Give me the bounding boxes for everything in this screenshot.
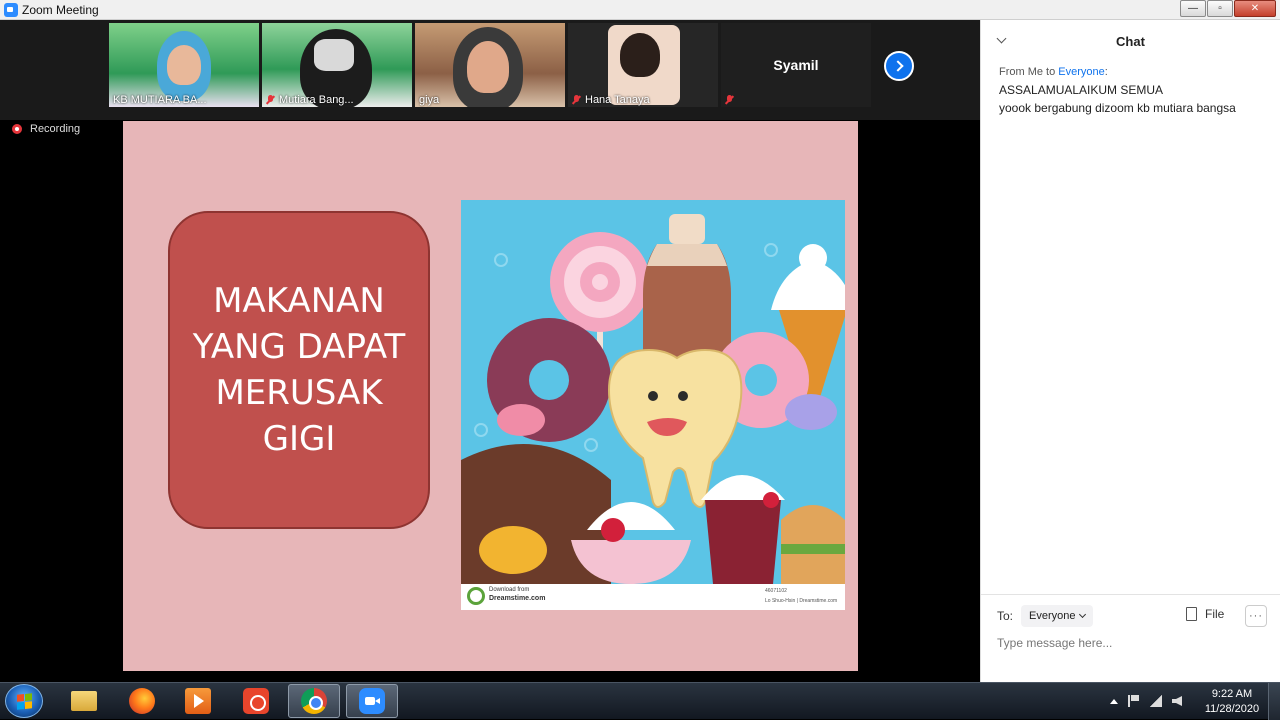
participant-mask <box>314 39 354 71</box>
show-hidden-icons-icon[interactable] <box>1110 698 1118 704</box>
image-credit: Lo Shuo-Hsin | Dreamstime.com <box>765 598 838 604</box>
taskbar-firefox[interactable] <box>116 684 168 718</box>
recipient-value: Everyone <box>1029 610 1076 622</box>
zoom-app-icon <box>4 3 18 17</box>
close-button[interactable]: ✕ <box>1234 0 1276 17</box>
system-tray <box>1110 691 1182 711</box>
chevron-right-icon <box>891 60 904 72</box>
chat-messages: ASSALAMUALAIKUM SEMUA yoook bergabung di… <box>999 81 1239 117</box>
from-prefix: From Me to <box>999 66 1056 78</box>
from-suffix: : <box>1104 66 1108 78</box>
action-center-flag-icon[interactable] <box>1128 695 1140 707</box>
muted-mic-icon <box>572 94 581 106</box>
windows-taskbar: 9:22 AM 11/28/2020 <box>0 682 1280 720</box>
chrome-icon <box>301 688 327 714</box>
download-from-label: Download from <box>489 587 530 593</box>
system-clock[interactable]: 9:22 AM 11/28/2020 <box>1200 687 1264 717</box>
next-participants-button[interactable] <box>884 51 914 81</box>
taskbar-screen-recorder[interactable] <box>230 684 282 718</box>
slide-heading-line: GIGI <box>262 419 336 459</box>
taskbar-media-player[interactable] <box>172 684 224 718</box>
clock-time: 9:22 AM <box>1211 688 1253 700</box>
participant-name: Hana Tanaya <box>585 94 650 106</box>
sweets-illustration: Download from Dreamstime.com 46071102 Lo… <box>461 200 845 610</box>
chat-panel: Chat From Me to Everyone: ASSALAMUALAIKU… <box>980 20 1280 682</box>
participant-face <box>167 45 201 85</box>
dreamstime-logo-icon <box>467 587 485 605</box>
taskbar-zoom[interactable] <box>346 684 398 718</box>
media-player-icon <box>185 688 211 714</box>
network-signal-icon[interactable] <box>1150 695 1162 707</box>
file-label: File <box>1205 607 1225 621</box>
participant-name: KB MUTIARA BA... <box>113 94 207 106</box>
slide-heading-line: MERUSAK <box>215 373 383 413</box>
start-button[interactable] <box>5 684 43 718</box>
show-desktop-button[interactable] <box>1268 683 1280 720</box>
participant-tile[interactable]: Hana Tanaya <box>568 23 718 107</box>
chat-divider <box>981 594 1280 595</box>
maximize-button[interactable]: ▫ <box>1207 0 1233 17</box>
dreamstime-site-label: Dreamstime.com <box>489 595 546 602</box>
participant-name: Mutiara Bang... <box>279 94 354 106</box>
chat-message-header: From Me to Everyone: <box>999 66 1108 78</box>
slide-title-card: MAKANAN YANG DAPAT MERUSAK GIGI <box>168 211 430 529</box>
recording-indicator[interactable]: Recording <box>12 123 80 135</box>
file-icon <box>1186 607 1197 621</box>
image-watermark-footer: Download from Dreamstime.com 46071102 Lo… <box>461 584 845 610</box>
screen-recorder-icon <box>243 688 269 714</box>
more-options-button[interactable]: ··· <box>1245 605 1267 627</box>
window-controls: — ▫ ✕ <box>1179 0 1276 18</box>
muted-mic-icon <box>266 94 275 106</box>
participant-name: Syamil <box>773 57 819 73</box>
chat-title: Chat <box>1116 34 1145 49</box>
firefox-icon <box>129 688 155 714</box>
recording-label: Recording <box>30 123 81 135</box>
to-label: To: <box>997 609 1014 623</box>
participant-tile[interactable]: giya <box>415 23 565 107</box>
slide-heading: MAKANAN YANG DAPAT MERUSAK GIGI <box>193 278 406 462</box>
zoom-icon <box>359 688 385 714</box>
sweets-illustration-art <box>461 200 845 584</box>
meeting-view: KB MUTIARA BA... Mutiara Bang... giya Ha… <box>0 20 980 671</box>
participant-tile[interactable]: KB MUTIARA BA... <box>109 23 259 107</box>
participant-face <box>467 41 509 93</box>
chat-message: yoook bergabung dizoom kb mutiara bangsa <box>999 101 1236 115</box>
slide-heading-line: MAKANAN <box>213 281 385 321</box>
clock-date: 11/28/2020 <box>1204 703 1260 715</box>
recipient-dropdown[interactable]: Everyone <box>1021 605 1094 627</box>
muted-mic-icon <box>725 95 734 106</box>
minimize-button[interactable]: — <box>1180 0 1206 17</box>
taskbar-chrome[interactable] <box>288 684 340 718</box>
taskbar-file-explorer[interactable] <box>58 684 110 718</box>
file-button[interactable]: File <box>1186 607 1224 621</box>
recording-icon <box>12 124 22 134</box>
image-id: 46071102 <box>765 588 787 594</box>
windows-logo-icon <box>17 693 32 710</box>
chat-message-input[interactable] <box>997 634 1267 652</box>
chat-message: ASSALAMUALAIKUM SEMUA <box>999 83 1164 97</box>
participant-tile[interactable]: Syamil <box>721 23 871 107</box>
chevron-down-icon <box>1079 610 1087 619</box>
folder-icon <box>71 691 97 711</box>
window-titlebar: Zoom Meeting — ▫ ✕ <box>0 0 1280 20</box>
participant-strip: KB MUTIARA BA... Mutiara Bang... giya Ha… <box>0 20 980 120</box>
chat-recipient-link[interactable]: Everyone <box>1058 66 1104 78</box>
shared-slide: MAKANAN YANG DAPAT MERUSAK GIGI Download… <box>123 121 858 671</box>
window-title: Zoom Meeting <box>22 3 99 17</box>
slide-heading-line: YANG DAPAT <box>192 327 406 367</box>
participant-tile[interactable]: Mutiara Bang... <box>262 23 412 107</box>
volume-icon[interactable] <box>1172 696 1182 706</box>
participant-name: giya <box>419 94 440 106</box>
participant-hair <box>620 33 660 77</box>
